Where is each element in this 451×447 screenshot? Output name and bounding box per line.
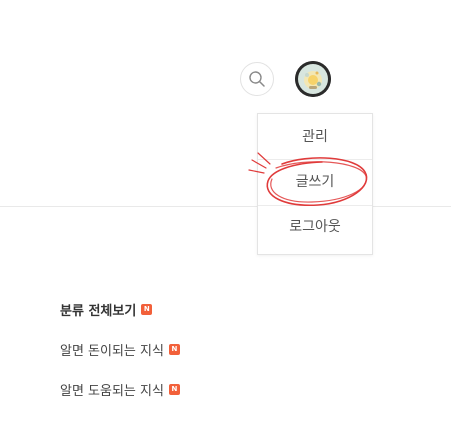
category-item[interactable]: 알면 돈이되는 지식 N <box>60 340 180 359</box>
category-label: 알면 도움되는 지식 <box>60 384 164 399</box>
new-badge-icon: N <box>168 384 180 395</box>
category-all[interactable]: 분류 전체보기 N <box>60 300 153 319</box>
menu-divider <box>258 159 372 160</box>
category-label: 분류 전체보기 <box>60 304 137 319</box>
menu-item-logout[interactable]: 로그아웃 <box>258 216 372 238</box>
category-label: 알면 돈이되는 지식 <box>60 344 164 359</box>
search-button[interactable] <box>240 62 274 96</box>
menu-divider <box>258 205 372 206</box>
profile-avatar[interactable] <box>295 61 331 97</box>
menu-item-write[interactable]: 글쓰기 <box>258 171 372 193</box>
menu-item-manage[interactable]: 관리 <box>258 126 372 148</box>
new-badge-icon: N <box>141 304 153 315</box>
search-icon <box>248 70 266 88</box>
category-item[interactable]: 알면 도움되는 지식 N <box>60 380 180 399</box>
new-badge-icon: N <box>168 344 180 355</box>
user-dropdown-menu: 관리 글쓰기 로그아웃 <box>257 113 373 255</box>
header-divider <box>0 206 451 207</box>
